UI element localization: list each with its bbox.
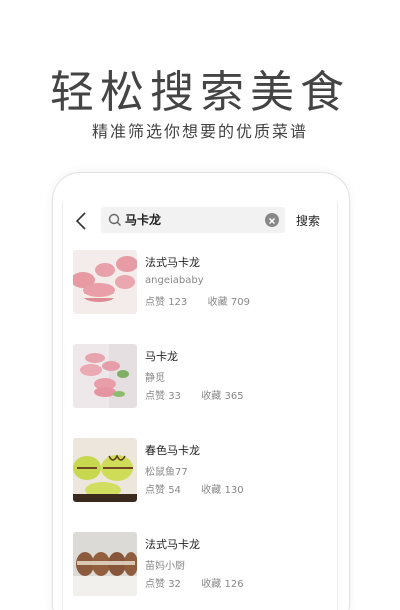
- app-screen: 马卡龙 搜索 法式马卡龙 angeiababy 点赞 123 收藏 709 马卡…: [62, 202, 338, 610]
- recipe-stats: 点赞 32 收藏 126: [145, 575, 244, 590]
- search-button[interactable]: 搜索: [296, 202, 320, 240]
- likes-count: 123: [168, 297, 188, 308]
- back-arrow-icon: [75, 212, 86, 230]
- list-item[interactable]: 马卡龙 静觅 点赞 33 收藏 365: [63, 334, 337, 428]
- search-field[interactable]: 马卡龙: [101, 207, 285, 233]
- back-button[interactable]: [69, 208, 95, 234]
- list-item[interactable]: 法式马卡龙 angeiababy 点赞 123 收藏 709: [63, 240, 337, 334]
- favs-count: 365: [224, 391, 244, 402]
- recipe-author: angeiababy: [145, 275, 204, 286]
- recipe-thumbnail: [73, 532, 137, 596]
- search-input[interactable]: 马卡龙: [125, 207, 161, 233]
- search-bar: 马卡龙 搜索: [63, 202, 337, 240]
- recipe-thumbnail: [73, 438, 137, 502]
- list-item[interactable]: 法式马卡龙 苗妈小厨 点赞 32 收藏 126: [63, 522, 337, 610]
- recipe-stats: 点赞 33 收藏 365: [145, 387, 244, 402]
- clear-button[interactable]: [265, 213, 279, 227]
- recipe-stats: 点赞 123 收藏 709: [145, 293, 250, 308]
- likes-count: 33: [168, 391, 181, 402]
- likes-count: 54: [168, 485, 181, 496]
- recipe-title: 法式马卡龙: [145, 538, 200, 551]
- favs-count: 709: [230, 297, 250, 308]
- likes-label: 点赞: [145, 391, 165, 402]
- favs-count: 130: [224, 485, 244, 496]
- recipe-title: 春色马卡龙: [145, 444, 200, 457]
- favs-label: 收藏: [201, 485, 222, 496]
- recipe-author: 松鼠鱼77: [145, 467, 188, 478]
- likes-label: 点赞: [145, 485, 165, 496]
- search-icon: [108, 213, 121, 226]
- recipe-thumbnail: [73, 344, 137, 408]
- recipe-stats: 点赞 54 收藏 130: [145, 481, 244, 496]
- favs-count: 126: [224, 579, 244, 590]
- recipe-title: 马卡龙: [145, 350, 178, 363]
- recipe-thumbnail: [73, 250, 137, 314]
- close-icon: [269, 218, 275, 224]
- likes-label: 点赞: [145, 297, 165, 308]
- favs-label: 收藏: [201, 579, 222, 590]
- recipe-title: 法式马卡龙: [145, 256, 200, 269]
- likes-label: 点赞: [145, 579, 165, 590]
- recipe-author: 苗妈小厨: [145, 561, 185, 572]
- likes-count: 32: [168, 579, 181, 590]
- favs-label: 收藏: [207, 297, 228, 308]
- recipe-author: 静觅: [145, 373, 165, 384]
- hero-title: 轻松搜索美食: [50, 67, 350, 118]
- favs-label: 收藏: [201, 391, 222, 402]
- hero-subtitle: 精准筛选你想要的优质菜谱: [91, 122, 308, 141]
- list-item[interactable]: 春色马卡龙 松鼠鱼77 点赞 54 收藏 130: [63, 428, 337, 522]
